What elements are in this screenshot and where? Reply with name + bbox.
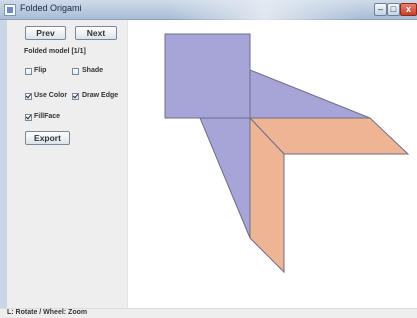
flip-checkbox[interactable]	[25, 68, 32, 75]
window-left-border	[0, 20, 7, 318]
use-color-label: Use Color	[34, 92, 68, 99]
flip-label: Flip	[34, 67, 47, 74]
maximize-icon: □	[390, 4, 397, 14]
fill-face-label: FillFace	[34, 113, 61, 120]
title-bar[interactable]: Folded Origami – □ x	[0, 0, 417, 20]
prev-button[interactable]: Prev	[25, 26, 66, 40]
status-text: L: Rotate / Wheel: Zoom	[7, 309, 88, 316]
top-left-square-face	[164, 33, 251, 119]
maximize-button[interactable]: □	[387, 3, 400, 16]
close-icon: x	[405, 4, 411, 14]
background-window-blur	[170, 0, 360, 20]
model-label: Folded model [1/1]	[24, 48, 86, 55]
minimize-icon: –	[377, 4, 383, 14]
draw-edge-checkbox[interactable]	[72, 93, 79, 100]
control-panel	[0, 20, 128, 308]
lower-left-purple-face	[199, 117, 251, 239]
shade-checkbox[interactable]	[72, 68, 79, 75]
close-button[interactable]: x	[400, 3, 417, 16]
fill-face-checkbox[interactable]	[25, 114, 32, 121]
draw-edge-label: Draw Edge	[82, 92, 119, 99]
shade-label: Shade	[82, 67, 104, 74]
window-title: Folded Origami	[20, 3, 82, 13]
top-right-purple-face	[247, 69, 371, 119]
export-button[interactable]: Export	[25, 131, 70, 145]
use-color-checkbox[interactable]	[25, 93, 32, 100]
next-button[interactable]: Next	[75, 26, 117, 40]
status-bar: L: Rotate / Wheel: Zoom	[0, 308, 417, 318]
origami-canvas[interactable]	[128, 20, 417, 308]
java-window-icon	[4, 4, 16, 16]
minimize-button[interactable]: –	[374, 3, 387, 16]
